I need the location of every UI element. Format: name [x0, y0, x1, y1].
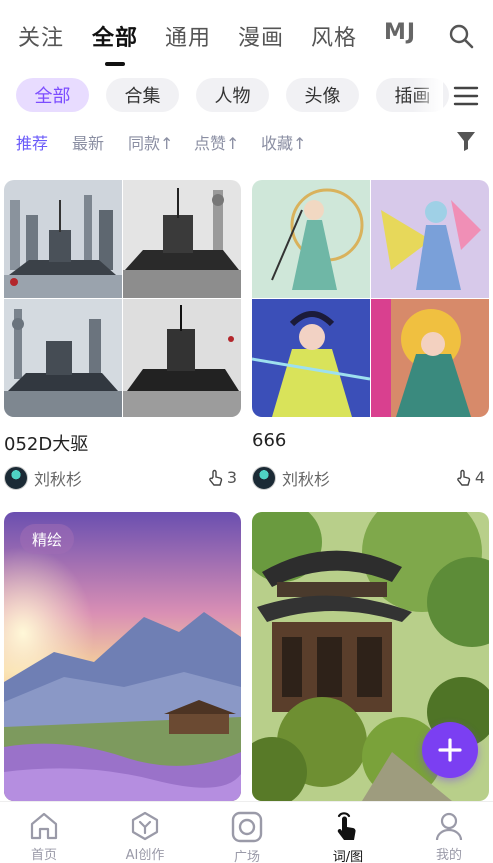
sort-likes[interactable]: 点赞↑ [194, 130, 239, 154]
chip-avatar-label: 头像 [304, 86, 341, 107]
tab-comic[interactable]: 漫画 [238, 20, 284, 52]
avatar [252, 466, 276, 490]
chip-all[interactable]: 全部 [16, 78, 89, 112]
home-icon [30, 812, 58, 840]
like-button[interactable]: 3 [208, 468, 237, 487]
top-tab-bar: 关注 全部 通用 漫画 风格 MJ [0, 0, 493, 70]
artwork-title: 666 [252, 430, 287, 451]
nav-profile[interactable]: 我的 [409, 810, 489, 863]
sort-row: 推荐 最新 同款↑ 点赞↑ 收藏↑ [0, 128, 493, 156]
chip-people[interactable]: 人物 [196, 78, 269, 112]
create-fab-button[interactable] [422, 722, 478, 778]
sort-recommended[interactable]: 推荐 [16, 130, 48, 154]
tab-general-label: 通用 [165, 26, 212, 51]
menu-icon[interactable] [453, 84, 479, 108]
nav-ai-create[interactable]: AI创作 [105, 810, 185, 863]
like-count: 4 [474, 468, 485, 487]
author-name: 刘秋杉 [34, 470, 83, 489]
like-button[interactable]: 4 [456, 468, 485, 487]
like-hand-icon [209, 469, 223, 486]
author-name: 刘秋杉 [282, 470, 331, 489]
artwork-thumbnail-grid [4, 180, 241, 417]
active-tab-indicator [105, 62, 125, 66]
author-info[interactable]: 刘秋杉 [252, 466, 330, 490]
ai-create-icon [131, 811, 159, 841]
chip-all-label: 全部 [34, 86, 71, 107]
profile-icon [435, 812, 463, 841]
tab-style[interactable]: 风格 [311, 20, 357, 52]
chip-collection-label: 合集 [124, 86, 161, 107]
sort-favorites[interactable]: 收藏↑ [261, 130, 306, 154]
landscape-image [4, 512, 241, 801]
filter-icon[interactable] [455, 130, 477, 152]
warship-image-4 [123, 299, 241, 417]
art-image-2 [371, 180, 489, 298]
artwork-card-warship[interactable]: 052D大驱 刘秋杉 3 [4, 180, 241, 490]
tab-all[interactable]: 全部 [92, 20, 139, 66]
tab-comic-label: 漫画 [238, 26, 285, 51]
like-count: 3 [226, 468, 237, 487]
chip-row-fade [413, 78, 443, 114]
artwork-card-landscape[interactable]: 精绘 [4, 512, 241, 801]
tab-style-label: 风格 [311, 26, 358, 51]
warship-image-3 [4, 299, 122, 417]
tap-hand-icon [337, 812, 356, 840]
nav-home-label: 首页 [30, 848, 57, 863]
warship-image-1 [4, 180, 122, 298]
chip-collection[interactable]: 合集 [106, 78, 179, 112]
chip-avatar[interactable]: 头像 [286, 78, 359, 112]
square-icon [231, 811, 263, 843]
nav-square-label: 广场 [233, 850, 260, 863]
art-image-1 [252, 180, 370, 298]
warship-image-2 [123, 180, 241, 298]
nav-home[interactable]: 首页 [4, 810, 84, 863]
avatar [4, 466, 28, 490]
nav-prompts-label: 词/图 [332, 850, 364, 863]
art-image-4 [371, 299, 489, 417]
artwork-card-666[interactable]: 666 刘秋杉 4 [252, 180, 489, 490]
sort-latest[interactable]: 最新 [72, 130, 104, 154]
tab-general[interactable]: 通用 [165, 20, 211, 52]
sort-same-style[interactable]: 同款↑ [128, 130, 173, 154]
art-image-3 [252, 299, 370, 417]
chip-people-label: 人物 [214, 86, 251, 107]
tab-all-label: 全部 [92, 26, 139, 51]
nav-profile-label: 我的 [435, 848, 462, 863]
artwork-title: 052D大驱 [4, 434, 89, 455]
category-chip-row: 全部 合集 人物 头像 插画 [0, 78, 493, 114]
artwork-thumbnail [4, 512, 241, 801]
nav-prompts[interactable]: 词/图 [308, 810, 388, 863]
nav-ai-create-label: AI创作 [125, 848, 165, 863]
artwork-thumbnail-grid [252, 180, 489, 417]
tab-follow-label: 关注 [18, 26, 65, 51]
like-hand-icon [457, 469, 471, 486]
tab-follow[interactable]: 关注 [18, 20, 64, 52]
tab-mj-label: MJ [384, 20, 417, 45]
premium-badge: 精绘 [20, 524, 75, 554]
tab-mj[interactable]: MJ [384, 20, 416, 45]
bottom-nav-bar: 首页 AI创作 广场 词/图 我的 [0, 801, 493, 863]
plus-icon [438, 738, 462, 762]
author-info[interactable]: 刘秋杉 [4, 466, 82, 490]
nav-square[interactable]: 广场 [207, 810, 287, 863]
search-icon[interactable] [447, 22, 475, 50]
